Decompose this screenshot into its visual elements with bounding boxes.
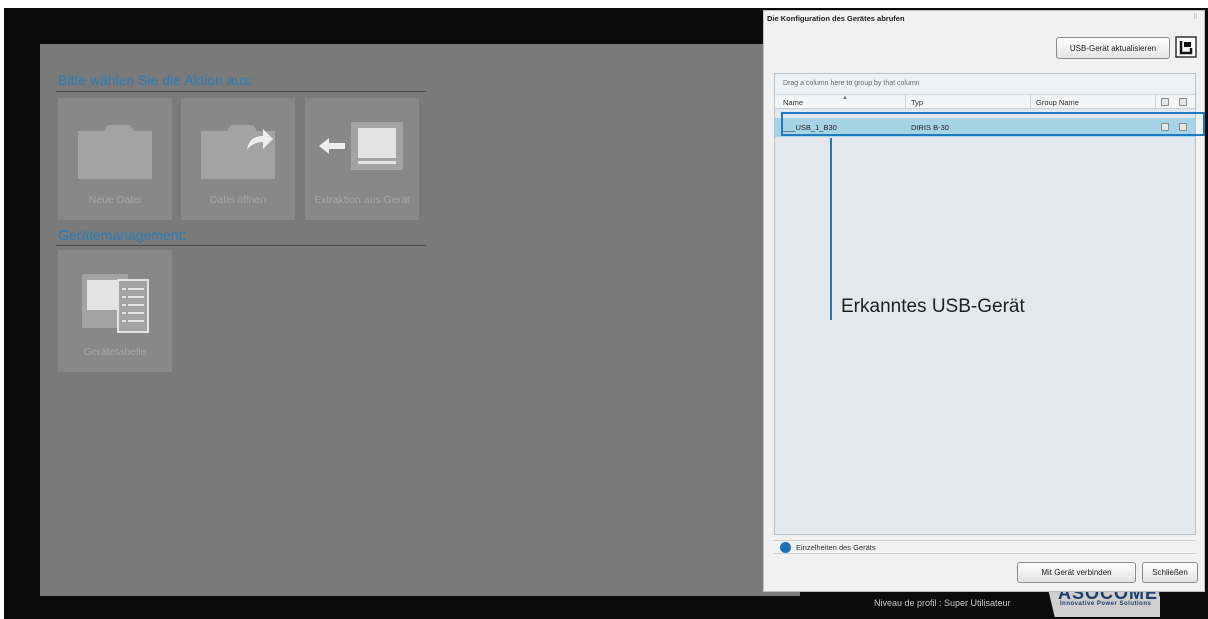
- tile-extract-from-device[interactable]: Extraktion aus Gerät: [305, 98, 419, 220]
- tile-open-file[interactable]: Datei öffnen: [181, 98, 295, 220]
- section-title-actions: Bitte wählen Sie die Aktion aus:: [58, 72, 254, 88]
- expand-chevron-icon: [780, 542, 791, 553]
- section-divider: [56, 91, 426, 92]
- column-header-group-name[interactable]: Group Name: [1036, 98, 1079, 107]
- brand-slogan: Innovative Power Solutions: [1060, 601, 1152, 607]
- column-header-name[interactable]: Name: [783, 98, 803, 107]
- tile-new-file[interactable]: Neue Datei: [58, 98, 172, 220]
- column-separator: [1155, 95, 1156, 109]
- group-by-panel[interactable]: Drag a column here to group by that colu…: [775, 74, 1195, 95]
- column-separator: [905, 95, 906, 109]
- callout-label: Erkanntes USB-Gerät: [841, 296, 1025, 317]
- tile-label: Extraktion aus Gerät: [314, 194, 410, 206]
- brand-logo: ASOCOMEC Innovative Power Solutions: [1048, 589, 1160, 617]
- group-by-hint: Drag a column here to group by that colu…: [783, 80, 920, 87]
- usb-refresh-button[interactable]: USB-Gerät aktualisieren: [1056, 37, 1170, 59]
- device-details-label: Einzelheiten des Geräts: [796, 543, 876, 552]
- tile-device-table[interactable]: Gerätetabelle: [58, 250, 172, 372]
- tile-label: Neue Datei: [88, 194, 142, 206]
- device-details-expander[interactable]: Einzelheiten des Geräts: [774, 540, 1196, 554]
- column-separator: [1030, 95, 1031, 109]
- start-panel: Bitte wählen Sie die Aktion aus: Neue Da…: [40, 44, 800, 596]
- dialog-title: Die Konfiguration des Gerätes abrufen: [767, 14, 905, 23]
- sort-ascending-icon: ▲: [842, 95, 848, 101]
- edit-column-icon: [1161, 98, 1169, 106]
- section-title-management: Gerätemanagement:: [58, 227, 187, 243]
- column-header-type[interactable]: Typ: [911, 98, 923, 107]
- dialog-close-icon[interactable]: ⠿: [1193, 13, 1198, 21]
- callout-line: [830, 138, 832, 320]
- tile-label: Datei öffnen: [209, 194, 267, 206]
- tile-label: Gerätetabelle: [83, 346, 147, 358]
- profile-level-status: Niveau de profil : Super Utilisateur: [874, 598, 1011, 608]
- usb-device-icon[interactable]: [1175, 36, 1197, 58]
- section-divider: [56, 245, 426, 246]
- connect-device-button[interactable]: Mit Gerät verbinden: [1017, 562, 1136, 583]
- delete-column-icon: [1179, 98, 1187, 106]
- close-button[interactable]: Schließen: [1142, 562, 1198, 583]
- grid-header: Name ▲ Typ Group Name: [775, 95, 1195, 109]
- detected-row-highlight: [781, 112, 1205, 136]
